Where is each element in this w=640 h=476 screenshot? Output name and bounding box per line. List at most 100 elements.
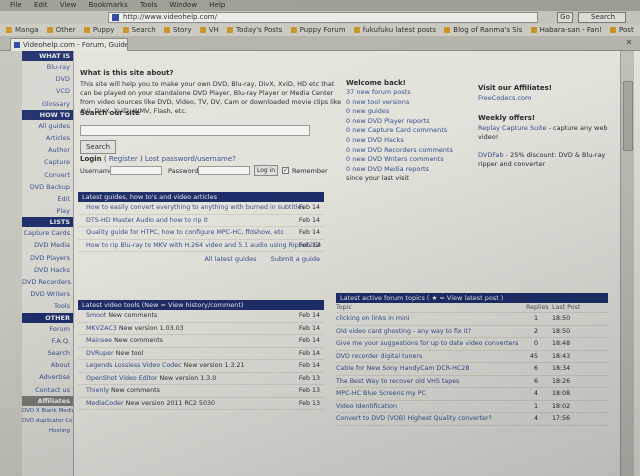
tool-name[interactable]: Smoot	[86, 312, 106, 319]
welcome-item[interactable]: 0 new DVD Hacks	[346, 136, 476, 146]
freecodecs-link[interactable]: FreeCodecs.com	[478, 94, 608, 102]
welcome-item[interactable]: 0 new DVD Media reports	[346, 165, 476, 175]
menu-file[interactable]: File	[10, 0, 22, 11]
sidebar-item-dvd-media[interactable]: DVD Media	[22, 239, 73, 251]
search-toolbar-button[interactable]: Search	[578, 12, 626, 23]
all-guides-link[interactable]: All latest guides	[204, 255, 256, 263]
forum-row[interactable]: Video Identification 1 18:02	[336, 401, 608, 413]
bookmark-item[interactable]: Puppy Forum	[290, 24, 346, 36]
bookmark-item[interactable]: Habara-san - Fan!	[530, 24, 602, 36]
forum-row[interactable]: Old video card ghosting - any way to fix…	[336, 326, 608, 338]
register-link[interactable]: Register	[109, 155, 138, 163]
sidebar-item-glossary[interactable]: Glossary	[22, 98, 73, 110]
sidebar-item-articles[interactable]: Articles	[22, 132, 73, 144]
sidebar-item-capture[interactable]: Capture	[22, 156, 73, 168]
sidebar-item-faq[interactable]: F.A.Q.	[22, 335, 73, 347]
forum-topic[interactable]: MPC-HC Blue Screens my PC	[336, 388, 426, 400]
forum-topic[interactable]: Old video card ghosting - any way to fix…	[336, 326, 471, 338]
sidebar-item-play[interactable]: Play	[22, 205, 73, 217]
menu-window[interactable]: Window	[169, 0, 197, 11]
username-field[interactable]	[110, 166, 162, 175]
forum-row[interactable]: DVD recorder digital tuners 45 18:43	[336, 351, 608, 363]
sidebar-item-blu-ray[interactable]: Blu-ray	[22, 61, 73, 73]
bookmark-item[interactable]: Story	[163, 24, 191, 36]
welcome-item[interactable]: 0 new Capture Card comments	[346, 126, 476, 136]
tool-name[interactable]: OpenShot Video Editor	[86, 375, 157, 382]
tool-name[interactable]: MediaCoder	[86, 400, 124, 407]
sidebar-item-search[interactable]: Search	[22, 347, 73, 359]
vertical-scrollbar[interactable]	[620, 51, 634, 476]
tab-videohelp[interactable]: Videohelp.com - Forum, Guides, T	[10, 38, 128, 51]
offer-replay-link[interactable]: Replay Capture Suite	[478, 124, 547, 132]
menu-help[interactable]: Help	[209, 0, 225, 11]
scrollbar-thumb[interactable]	[623, 81, 633, 151]
forum-topic[interactable]: The Best Way to recover old VHS tapes	[336, 376, 459, 388]
submit-guide-link[interactable]: Submit a guide	[271, 255, 320, 263]
sidebar-item-vcd[interactable]: VCD	[22, 85, 73, 97]
tool-name[interactable]: MKVZAC3	[86, 325, 117, 332]
forum-topic[interactable]: Give me your suggestions for up to date …	[336, 338, 518, 350]
tool-row[interactable]: OpenShot Video Editor New version 1.3.0 F…	[78, 373, 324, 385]
tool-row[interactable]: MediaCoder New version 2011 RC2 5030 Feb …	[78, 398, 324, 410]
forum-row[interactable]: clicking on links in mini 1 18:50	[336, 313, 608, 326]
menu-tools[interactable]: Tools	[140, 0, 157, 11]
guide-row[interactable]: Quality guide for HTPC, how to configure…	[78, 227, 324, 240]
sidebar-item-about[interactable]: About	[22, 359, 73, 371]
sidebar-item-edit[interactable]: Edit	[22, 193, 73, 205]
sidebar-item-affiliate[interactable]: Hosting	[22, 426, 73, 436]
forum-topic[interactable]: Video Identification	[336, 401, 397, 413]
forum-row[interactable]: MPC-HC Blue Screens my PC 4 18:08	[336, 388, 608, 401]
sidebar-item-all-guides[interactable]: All guides	[22, 120, 73, 132]
sidebar-item-capture-cards[interactable]: Capture Cards	[22, 227, 73, 239]
bookmark-item[interactable]: fukufuku latest posts	[353, 24, 436, 36]
sidebar-item-dvd-backup[interactable]: DVD Backup	[22, 181, 73, 193]
bookmark-item[interactable]: Today's Posts	[227, 24, 282, 36]
welcome-item[interactable]: 0 new guides	[346, 107, 476, 117]
welcome-item[interactable]: 0 new DVD Player reports	[346, 117, 476, 127]
tool-name[interactable]: Mainsee	[86, 337, 112, 344]
guide-title[interactable]: DTS-HD Master Audio and how to rip it	[86, 215, 208, 227]
guide-row[interactable]: How to rip Blu-ray to MKV with H.264 vid…	[78, 240, 324, 252]
guide-title[interactable]: How to rip Blu-ray to MKV with H.264 vid…	[86, 240, 321, 252]
password-field[interactable]	[198, 166, 250, 175]
guide-row[interactable]: How to easily convert everything to anyt…	[78, 202, 324, 215]
forum-topic[interactable]: Cable for New Sony HandyCam DCR-HC28	[336, 363, 469, 375]
forum-topic[interactable]: clicking on links in mini	[336, 313, 409, 325]
sidebar-item-tools[interactable]: Tools	[22, 300, 73, 312]
guide-title[interactable]: Quality guide for HTPC, how to configure…	[86, 227, 284, 239]
bookmark-item[interactable]: Blog of Ranma's Sis	[444, 24, 522, 36]
menu-edit[interactable]: Edit	[34, 0, 48, 11]
remember-checkbox[interactable]: ✓	[282, 167, 289, 174]
welcome-item[interactable]: 37 new forum posts	[346, 88, 476, 98]
bookmark-item[interactable]: VH	[199, 24, 219, 36]
sidebar-item-dvd-recorders[interactable]: DVD Recorders	[22, 276, 73, 288]
bookmark-item[interactable]: Post	[610, 24, 634, 36]
close-tab-icon[interactable]: ✕	[624, 38, 634, 48]
tool-row[interactable]: DVRuper New tool Feb 14	[78, 348, 324, 360]
tool-row[interactable]: Smoot New comments Feb 14	[78, 310, 324, 323]
welcome-item[interactable]: 0 new DVD Writers comments	[346, 155, 476, 165]
sidebar-item-dvd-writers[interactable]: DVD Writers	[22, 288, 73, 300]
sidebar-item-contact[interactable]: Contact us	[22, 384, 73, 396]
guide-row[interactable]: DTS-HD Master Audio and how to rip it Feb…	[78, 215, 324, 227]
sidebar-item-advertise[interactable]: Advertise	[22, 371, 73, 383]
bookmark-item[interactable]: Puppy	[83, 24, 114, 36]
tool-row[interactable]: MKVZAC3 New version 1.03.03 Feb 14	[78, 323, 324, 335]
tool-row[interactable]: Legends Lossless Video Codec New version…	[78, 360, 324, 373]
guide-title[interactable]: How to easily convert everything to anyt…	[86, 202, 305, 214]
menu-view[interactable]: View	[60, 0, 77, 11]
go-button[interactable]: Go	[557, 12, 573, 23]
sidebar-item-affiliate[interactable]: DVD duplicator Copier	[22, 416, 73, 426]
sidebar-item-dvd[interactable]: DVD	[22, 73, 73, 85]
forum-topic[interactable]: Convert to DVD (VOB) Highest Quality con…	[336, 413, 492, 425]
login-button[interactable]: Log in	[254, 165, 278, 176]
sidebar-item-dvd-hacks[interactable]: DVD Hacks	[22, 264, 73, 276]
sidebar-item-author[interactable]: Author	[22, 144, 73, 156]
forum-row[interactable]: Convert to DVD (VOB) Highest Quality con…	[336, 413, 608, 426]
search-button[interactable]: Search	[80, 140, 116, 154]
sidebar-item-convert[interactable]: Convert	[22, 169, 73, 181]
tool-row[interactable]: Thienly New comments Feb 13	[78, 385, 324, 398]
bookmark-item[interactable]: Other	[46, 24, 76, 36]
lost-password-link[interactable]: Lost password/username?	[145, 155, 236, 163]
forum-row[interactable]: Give me your suggestions for up to date …	[336, 338, 608, 351]
